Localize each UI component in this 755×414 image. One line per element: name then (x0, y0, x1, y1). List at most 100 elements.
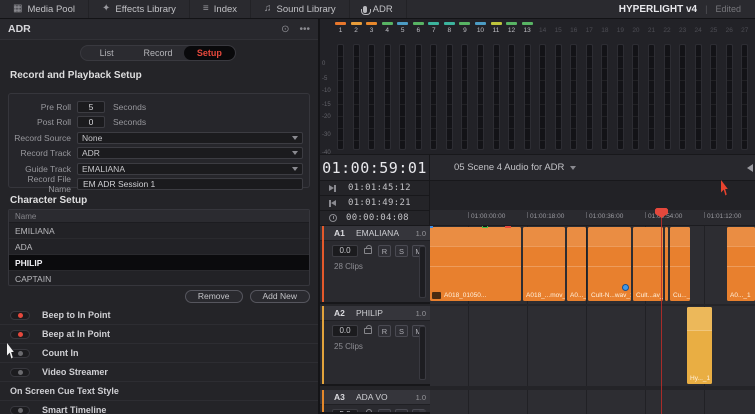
track-fader-value[interactable]: 0.0 (332, 245, 358, 257)
toolbar-button-media-pool[interactable]: ▦ Media Pool (0, 0, 89, 18)
channel-number: 26 (725, 27, 733, 34)
toolbar-button-label: Effects Library (115, 3, 176, 15)
character-row-philip[interactable]: PHILIP (9, 255, 309, 271)
out-point-timecode[interactable]: 01:01:49:21 (348, 198, 411, 208)
audio-clip[interactable]: Cult...av_1 (633, 227, 663, 301)
clip-blue-marker[interactable] (622, 284, 629, 291)
character-row-ada[interactable]: ADA (9, 239, 309, 255)
toolbar-button-adr[interactable]: ADR (350, 0, 407, 18)
channel-color-cap (428, 22, 440, 25)
clip-label: A0..._1 (730, 292, 751, 299)
red-marker[interactable] (505, 226, 511, 228)
grid-line (586, 226, 587, 304)
track-name: PHILIP (356, 308, 383, 318)
lock-icon[interactable] (364, 245, 372, 254)
channel-number: 3 (369, 27, 374, 34)
timeline-ruler[interactable]: 01:00:00:00 01:00:18:00 01:00:36:00 01:00:5… (430, 210, 755, 226)
duration-row[interactable]: 00:00:04:08 (320, 211, 430, 226)
track-r-button[interactable]: R (378, 245, 391, 257)
playhead-line[interactable] (661, 210, 662, 414)
grid-line (527, 306, 528, 386)
meter-scale-label: -15 (322, 102, 331, 108)
audio-clip[interactable]: A0..._1 (567, 227, 586, 301)
track-s-button[interactable]: S (395, 409, 408, 412)
adr-panel-header: ADR ⊙ ••• (0, 19, 318, 40)
option-row-count-in[interactable]: Count In (0, 344, 318, 363)
toggle-video-streamer[interactable] (10, 367, 30, 377)
option-row-smart-timeline[interactable]: Smart Timeline (0, 401, 318, 414)
remove-character-button[interactable]: Remove (184, 290, 243, 303)
tab-record[interactable]: Record (132, 46, 183, 60)
option-row-beep-to-in-point[interactable]: Beep to In Point (0, 306, 318, 325)
record-source-select[interactable]: None (77, 131, 303, 144)
field-label: Pre Roll (40, 101, 71, 112)
track-fader-value[interactable]: 0.0 (332, 325, 358, 337)
toolbar-button-label: ADR (372, 3, 393, 15)
option-row-on-screen-cue-text-style: On Screen Cue Text Style (0, 382, 318, 401)
panel-options-icon[interactable]: ••• (299, 24, 310, 35)
character-list: Name EMILIANA ADA PHILIP CAPTAIN (8, 209, 310, 286)
channel-color-cap (474, 22, 486, 25)
track-controls-row: 0.0RSM (320, 241, 430, 257)
track-r-button[interactable]: R (378, 409, 391, 412)
timeline-start-marker[interactable] (430, 226, 433, 228)
timeline-name[interactable]: 05 Scene 4 Audio for ADR (454, 162, 564, 173)
option-label: Smart Timeline (42, 405, 107, 414)
channel-color-cap (459, 22, 471, 25)
track-controls-row: 0.0RSM (320, 321, 430, 337)
toggle-smart-timeline[interactable] (10, 405, 30, 414)
in-point-row[interactable]: 01:01:45:12 (320, 181, 430, 196)
audio-clip[interactable]: Cu..._1 (670, 227, 690, 301)
option-row-video-streamer[interactable]: Video Streamer (0, 363, 318, 382)
track-name-row[interactable]: A3 ADA VO 1.0 (320, 390, 430, 405)
toolbar-button-index[interactable]: ≡ Index (190, 0, 252, 18)
out-point-row[interactable]: 01:01:49:21 (320, 196, 430, 211)
timeline-lanes: A018_01050... A018_...mov_1 A0..._1 Cult-N.… (430, 226, 755, 414)
field-label: Guide Track (25, 163, 71, 174)
toggle-off-dot (17, 369, 23, 375)
audio-clip[interactable]: A0..._1 (727, 227, 755, 301)
timeline-name-chevron-icon[interactable] (570, 165, 577, 170)
toolbar-button-effects-library[interactable]: ✦ Effects Library (89, 0, 190, 18)
track-name-row[interactable]: A1 EMALIANA 1.0 (320, 226, 430, 241)
meter-bar (523, 44, 531, 150)
audio-clip[interactable]: Cult-N...wav_1 (588, 227, 631, 301)
audio-clip[interactable] (665, 227, 668, 301)
duration-clock-icon (329, 214, 337, 222)
track-s-button[interactable]: S (395, 325, 408, 337)
tab-setup[interactable]: Setup (183, 46, 235, 60)
panel-pin-icon[interactable]: ⊙ (281, 24, 289, 35)
track-r-button[interactable]: R (378, 325, 391, 337)
pre-roll-input[interactable]: 5 (77, 100, 105, 113)
character-row-captain[interactable]: CAPTAIN (9, 271, 309, 285)
post-roll-input[interactable]: 0 (77, 116, 105, 128)
audio-clip[interactable]: A018_01050... (430, 227, 521, 301)
add-character-button[interactable]: Add New (249, 290, 310, 303)
track-s-button[interactable]: S (395, 245, 408, 257)
green-marker[interactable] (482, 226, 488, 228)
select-value: ADR (82, 148, 100, 158)
audio-clip[interactable]: A018_...mov_1 (523, 227, 565, 301)
track-name: ADA VO (356, 392, 388, 402)
option-row-beep-at-in-point[interactable]: Beep at In Point (0, 325, 318, 344)
track-fader-value[interactable]: 5.8 (332, 409, 358, 412)
track-header-a3: A3ADA VO1.05.8RSM (320, 390, 430, 414)
meter-bar (694, 44, 702, 150)
guide-track-select[interactable]: EMALIANA (77, 162, 303, 175)
duration-timecode[interactable]: 00:00:04:08 (346, 213, 409, 223)
character-row-emiliana[interactable]: EMILIANA (9, 223, 309, 239)
track-id: A1 (334, 228, 345, 238)
toggle-beep-at-in-point[interactable] (10, 329, 30, 339)
in-point-timecode[interactable]: 01:01:45:12 (348, 183, 411, 193)
tab-list[interactable]: List (81, 46, 132, 60)
clip-label: A0..._1 (570, 292, 586, 299)
toggle-beep-to-in-point[interactable] (10, 310, 30, 320)
speaker-icon[interactable] (747, 163, 753, 172)
record-file-name-input[interactable]: EM ADR Session 1 (77, 178, 303, 190)
toolbar-button-sound-library[interactable]: ♫ Sound Library (251, 0, 350, 18)
meter-bar (585, 44, 593, 150)
lock-icon[interactable] (364, 325, 372, 334)
track-name-row[interactable]: A2 PHILIP 1.0 (320, 306, 430, 321)
audio-clip[interactable]: Hy..._1 (687, 307, 712, 384)
record-track-select[interactable]: ADR (77, 147, 303, 159)
